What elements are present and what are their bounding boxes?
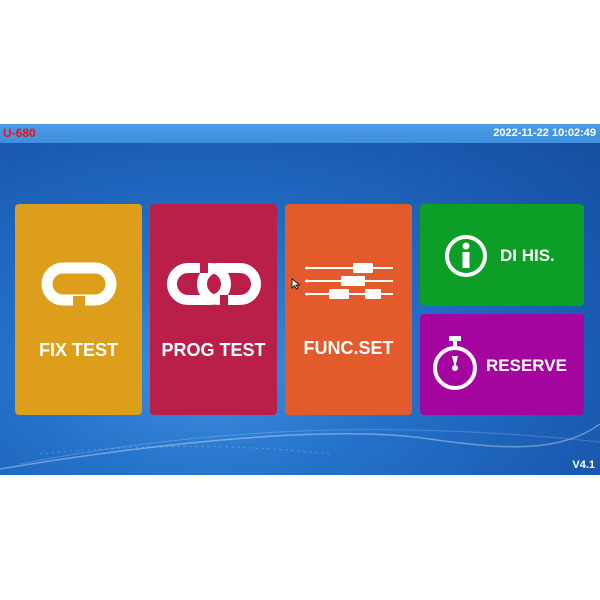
info-icon <box>445 235 487 277</box>
mouse-cursor-icon <box>291 278 301 290</box>
prog-test-button[interactable]: PROG TEST <box>150 204 277 415</box>
fix-test-button[interactable]: FIX TEST <box>15 204 142 415</box>
stopwatch-icon <box>433 336 477 390</box>
sliders-icon <box>305 263 393 299</box>
reserve-button[interactable]: RESERVE <box>420 314 584 415</box>
di-his-button[interactable]: DI HIS. <box>420 204 584 306</box>
linked-chain-icon <box>167 263 261 305</box>
prog-test-label: PROG TEST <box>161 340 266 360</box>
di-his-label: DI HIS. <box>500 246 555 265</box>
top-status-bar: U-680 2022-11-22 10:02:49 <box>0 124 600 143</box>
date-time: 2022-11-22 10:02:49 <box>493 127 596 139</box>
chain-link-icon <box>41 262 117 306</box>
func-set-button[interactable]: FUNC.SET <box>285 204 412 415</box>
fix-test-label: FIX TEST <box>38 340 118 360</box>
main-screen: U-680 2022-11-22 10:02:49 FIX TEST PROG … <box>0 124 600 475</box>
model-name: U-680 <box>3 126 36 140</box>
version-label: V4.1 <box>572 459 595 471</box>
reserve-label: RESERVE <box>486 356 567 375</box>
func-set-label: FUNC.SET <box>303 338 394 358</box>
